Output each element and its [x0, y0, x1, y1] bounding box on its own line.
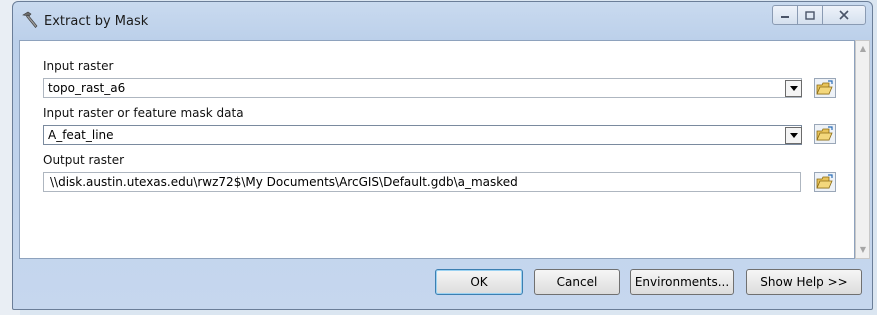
dropdown-arrow-icon	[789, 85, 798, 91]
minimize-button[interactable]	[772, 5, 798, 25]
vertical-scrollbar[interactable]: ▲ ▼	[855, 40, 870, 259]
input-raster-label: Input raster	[43, 59, 114, 73]
cancel-button[interactable]: Cancel	[534, 269, 620, 295]
maximize-icon	[805, 10, 815, 20]
minimize-icon	[781, 16, 789, 18]
browse-folder-icon[interactable]	[814, 78, 836, 98]
input-raster-field[interactable]: topo_rast_a6	[43, 78, 802, 98]
dropdown-arrow-icon	[789, 132, 798, 138]
show-help-button[interactable]: Show Help >>	[746, 269, 862, 295]
scroll-down-icon[interactable]: ▼	[858, 245, 868, 255]
close-button[interactable]	[822, 5, 866, 25]
close-icon	[839, 10, 849, 20]
mask-data-field[interactable]: A_feat_line	[43, 125, 802, 145]
browse-folder-icon[interactable]	[814, 124, 836, 144]
ok-button[interactable]: OK	[435, 269, 523, 295]
output-raster-label: Output raster	[43, 153, 125, 167]
mask-data-label: Input raster or feature mask data	[43, 106, 244, 120]
button-bar: OK Cancel Environments... Show Help >>	[19, 259, 870, 307]
output-raster-field[interactable]: \\disk.austin.utexas.edu\rwz72$\My Docum…	[43, 172, 801, 192]
parameters-panel: Input raster topo_rast_a6 Input raster o…	[19, 40, 855, 259]
extract-by-mask-dialog: Extract by Mask Input raster topo_rast_a…	[12, 1, 873, 310]
title-bar[interactable]: Extract by Mask	[13, 2, 872, 40]
mask-data-dropdown[interactable]	[785, 127, 802, 144]
scroll-up-icon[interactable]: ▲	[858, 44, 868, 54]
window-title: Extract by Mask	[44, 14, 149, 29]
caption-buttons	[772, 5, 866, 27]
hammer-icon	[22, 11, 38, 28]
environments-button[interactable]: Environments...	[630, 269, 734, 295]
browse-folder-icon[interactable]	[814, 172, 836, 192]
maximize-button[interactable]	[797, 5, 823, 25]
input-raster-dropdown[interactable]	[785, 80, 802, 97]
